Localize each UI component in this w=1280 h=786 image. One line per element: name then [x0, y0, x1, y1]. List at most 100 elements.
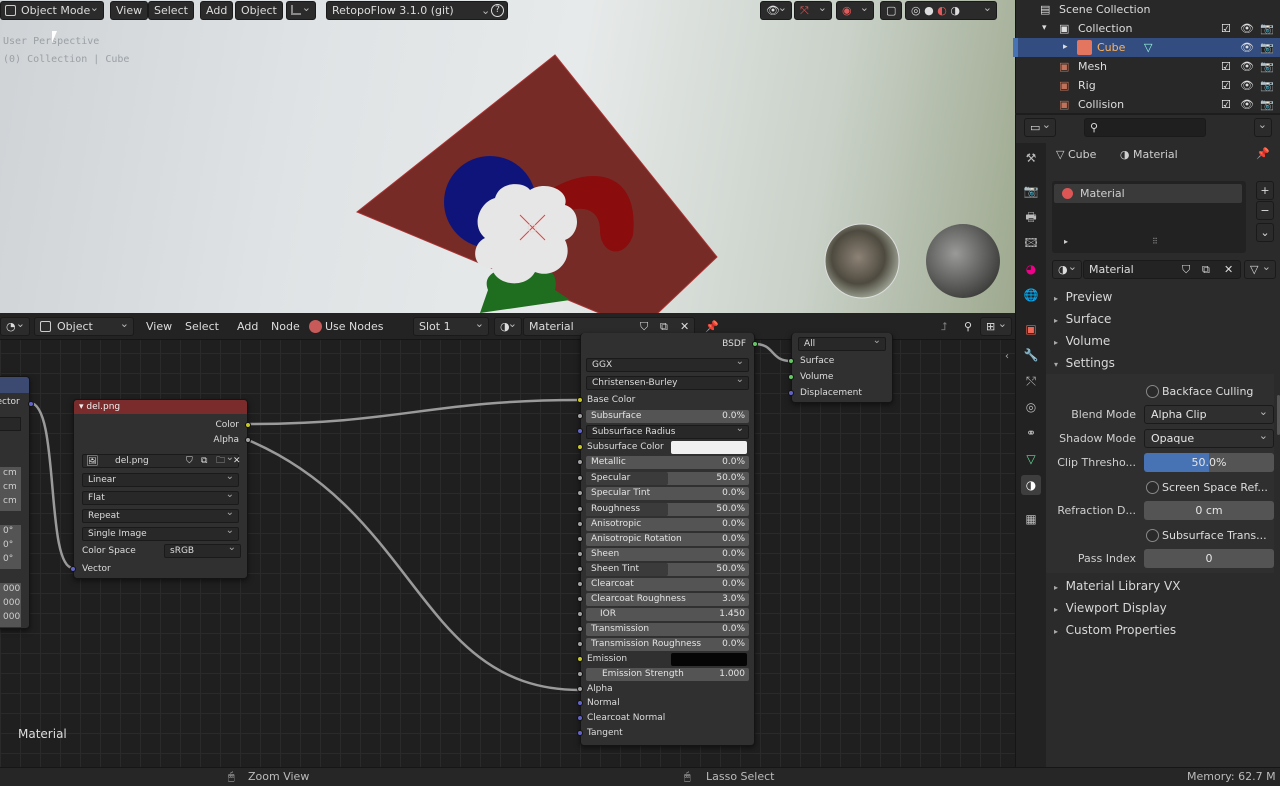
link-dropdown[interactable]: ▽ — [1244, 260, 1276, 279]
transmission-roughness-socket[interactable] — [577, 641, 583, 647]
checkbox-icon[interactable]: ☑ — [1221, 19, 1231, 38]
snap-dropdown[interactable] — [286, 1, 316, 20]
section-volume[interactable]: ▸ Volume — [1054, 334, 1110, 348]
tool-tab-icon[interactable]: ⚒ — [1021, 148, 1041, 168]
camera-icon[interactable]: 📷 — [1260, 95, 1274, 114]
xray-toggle[interactable]: ▢ — [880, 1, 902, 20]
emission-socket[interactable] — [577, 656, 583, 662]
object-mode-dropdown[interactable]: Object Mode — [0, 1, 104, 20]
mapping-rotation-z[interactable]: 0° — [3, 554, 13, 564]
backface-culling-checkbox[interactable]: Backface Culling — [1146, 384, 1253, 399]
material-datablock-field[interactable]: Material ⛉ ⧉ ✕ — [1083, 260, 1241, 279]
clearcoat-field[interactable]: Clearcoat 0.0% — [586, 578, 749, 591]
render-tab-icon[interactable]: 📷 — [1021, 181, 1041, 201]
source-dropdown[interactable]: Single Image — [82, 525, 239, 541]
particles-tab-icon[interactable]: ⤲ — [1021, 371, 1041, 391]
output-target-dropdown[interactable]: All — [798, 335, 886, 351]
subsurface-color-socket[interactable] — [577, 444, 583, 450]
outliner-scene-collection[interactable]: ▤ Scene Collection — [1016, 0, 1280, 19]
image-datablock-field[interactable]: 🖼 del.png ⛉ ⧉ 🗀 ✕ — [82, 452, 241, 468]
specular-tint-socket[interactable] — [577, 490, 583, 496]
expand-arrow-icon[interactable]: ▸ — [1064, 237, 1068, 246]
section-material-library[interactable]: ▸ Material Library VX — [1054, 579, 1180, 593]
viewport-menu-add[interactable]: Add — [200, 1, 234, 20]
help-icon[interactable]: ? — [491, 4, 504, 17]
projection-dropdown[interactable]: Flat — [82, 489, 239, 505]
collapse-arrow-icon[interactable]: ▾ — [79, 402, 84, 412]
surface-input-socket[interactable] — [788, 358, 794, 364]
viewport-menu-view[interactable]: View — [110, 1, 149, 20]
expand-arrow-icon[interactable]: ▸ — [1063, 38, 1068, 57]
roughness-field[interactable]: Roughness 50.0% — [586, 503, 749, 516]
mapping-location-z[interactable]: cm — [3, 496, 17, 506]
subsurface-translucency-checkbox[interactable]: Subsurface Trans... — [1146, 528, 1267, 543]
shadow-mode-dropdown[interactable]: Opaque — [1144, 427, 1274, 448]
checkbox-icon[interactable]: ☑ — [1221, 57, 1231, 76]
mapping-node[interactable]: Vector cm cm cm 0° 0° 0° 000 000 000 — [0, 376, 34, 629]
tangent-socket[interactable] — [577, 730, 583, 736]
subsurface-color-swatch[interactable] — [671, 441, 747, 454]
image-texture-node[interactable]: ▾ del.png Color Alpha 🖼 del.png ⛉ ⧉ 🗀 ✕ … — [70, 399, 251, 579]
constraints-tab-icon[interactable]: ⚭ — [1021, 423, 1041, 443]
mapping-scale-y[interactable]: 000 — [3, 598, 20, 608]
subsurface-method-dropdown[interactable]: Christensen-Burley — [586, 374, 749, 390]
overlay-dropdown[interactable]: ◉ — [836, 1, 874, 20]
properties-search-field[interactable]: ⚲ — [1084, 118, 1206, 137]
image-color-output-socket[interactable] — [245, 422, 251, 428]
duplicate-icon[interactable]: ⧉ — [1202, 261, 1210, 278]
clearcoat-normal-socket[interactable] — [577, 715, 583, 721]
emission-color-swatch[interactable] — [671, 653, 747, 666]
browse-material-dropdown[interactable]: ◑ — [1052, 260, 1082, 279]
specular-socket[interactable] — [577, 475, 583, 481]
viewport-menu-select[interactable]: Select — [148, 1, 194, 20]
scene-tab-icon[interactable]: ◕ — [1021, 259, 1041, 279]
eye-icon[interactable]: 👁 — [1240, 76, 1254, 95]
blend-mode-dropdown[interactable]: Alpha Clip — [1144, 403, 1274, 424]
outliner-rig[interactable]: ▣ Rig ☑ 👁 📷 — [1016, 76, 1280, 95]
eye-icon[interactable]: 👁 — [1240, 95, 1254, 114]
folder-icon[interactable]: 🗀 — [216, 455, 225, 467]
outliner[interactable]: ▤ Scene Collection ▾ ▣ Collection ☑ 👁 📷 … — [1013, 0, 1280, 114]
sheen-socket[interactable] — [577, 551, 583, 557]
gizmo-dropdown[interactable]: ⤧ — [794, 1, 832, 20]
data-tab-icon[interactable]: ▽ — [1021, 449, 1041, 469]
physics-tab-icon[interactable]: ◎ — [1021, 397, 1041, 417]
principled-bsdf-node[interactable]: BSDF GGX Christensen-Burley Base Color S… — [577, 333, 758, 746]
extension-dropdown[interactable]: Repeat — [82, 507, 239, 523]
image-alpha-output-socket[interactable] — [245, 437, 251, 443]
modifier-tab-icon[interactable]: 🔧 — [1021, 345, 1041, 365]
texture-tab-icon[interactable]: ▦ — [1021, 509, 1041, 529]
remove-slot-button[interactable]: − — [1256, 201, 1274, 220]
output-tab-icon[interactable]: 🖶 — [1021, 207, 1041, 227]
screen-space-refraction-checkbox[interactable]: Screen Space Ref... — [1146, 480, 1268, 495]
subsurface-radius-dropdown[interactable]: Subsurface Radius — [586, 423, 749, 439]
properties-editor[interactable]: ▭ ⚲ ⚒ 📷 🖶 🖾 ◕ 🌐 ▣ 🔧 ⤲ ◎ ⚭ ▽ ◑ ▦ ▽ Cube ◑… — [1015, 115, 1280, 767]
subsurface-radius-socket[interactable] — [577, 428, 583, 434]
outliner-mesh[interactable]: ▣ Mesh ☑ 👁 📷 — [1016, 57, 1280, 76]
properties-options-dropdown[interactable] — [1254, 118, 1272, 137]
displacement-input-socket[interactable] — [788, 390, 794, 396]
colorspace-dropdown[interactable]: sRGB — [164, 542, 241, 558]
interpolation-dropdown[interactable]: Linear — [82, 471, 239, 487]
outliner-collection[interactable]: ▾ ▣ Collection ☑ 👁 📷 — [1016, 19, 1280, 38]
specular-field[interactable]: Specular 50.0% — [586, 472, 749, 485]
transmission-field[interactable]: Transmission 0.0% — [586, 623, 749, 636]
specular-tint-field[interactable]: Specular Tint 0.0% — [586, 487, 749, 500]
refraction-depth-field[interactable]: 0 cm — [1144, 501, 1274, 520]
outliner-collision[interactable]: ▣ Collision ☑ 👁 📷 — [1016, 95, 1280, 114]
section-preview[interactable]: ▸ Preview — [1054, 290, 1112, 304]
object-tab-icon[interactable]: ▣ — [1021, 319, 1041, 339]
subsurface-field[interactable]: Subsurface 0.0% — [586, 410, 749, 423]
material-slot-row[interactable]: Material — [1054, 184, 1242, 203]
pass-index-field[interactable]: 0 — [1144, 549, 1274, 568]
section-custom-properties[interactable]: ▸ Custom Properties — [1054, 623, 1176, 637]
anisotropic-rotation-field[interactable]: Anisotropic Rotation 0.0% — [586, 533, 749, 546]
material-tab-icon[interactable]: ◑ — [1021, 475, 1041, 495]
anisotropic-socket[interactable] — [577, 521, 583, 527]
image-vector-input-socket[interactable] — [70, 566, 76, 572]
mapping-location-x[interactable]: cm — [3, 468, 17, 478]
base-color-socket[interactable] — [577, 397, 583, 403]
close-icon[interactable]: ✕ — [233, 455, 241, 467]
clip-threshold-field[interactable]: 50.0% — [1144, 453, 1274, 472]
rendered-shading-icon[interactable]: ◑ — [950, 4, 960, 17]
